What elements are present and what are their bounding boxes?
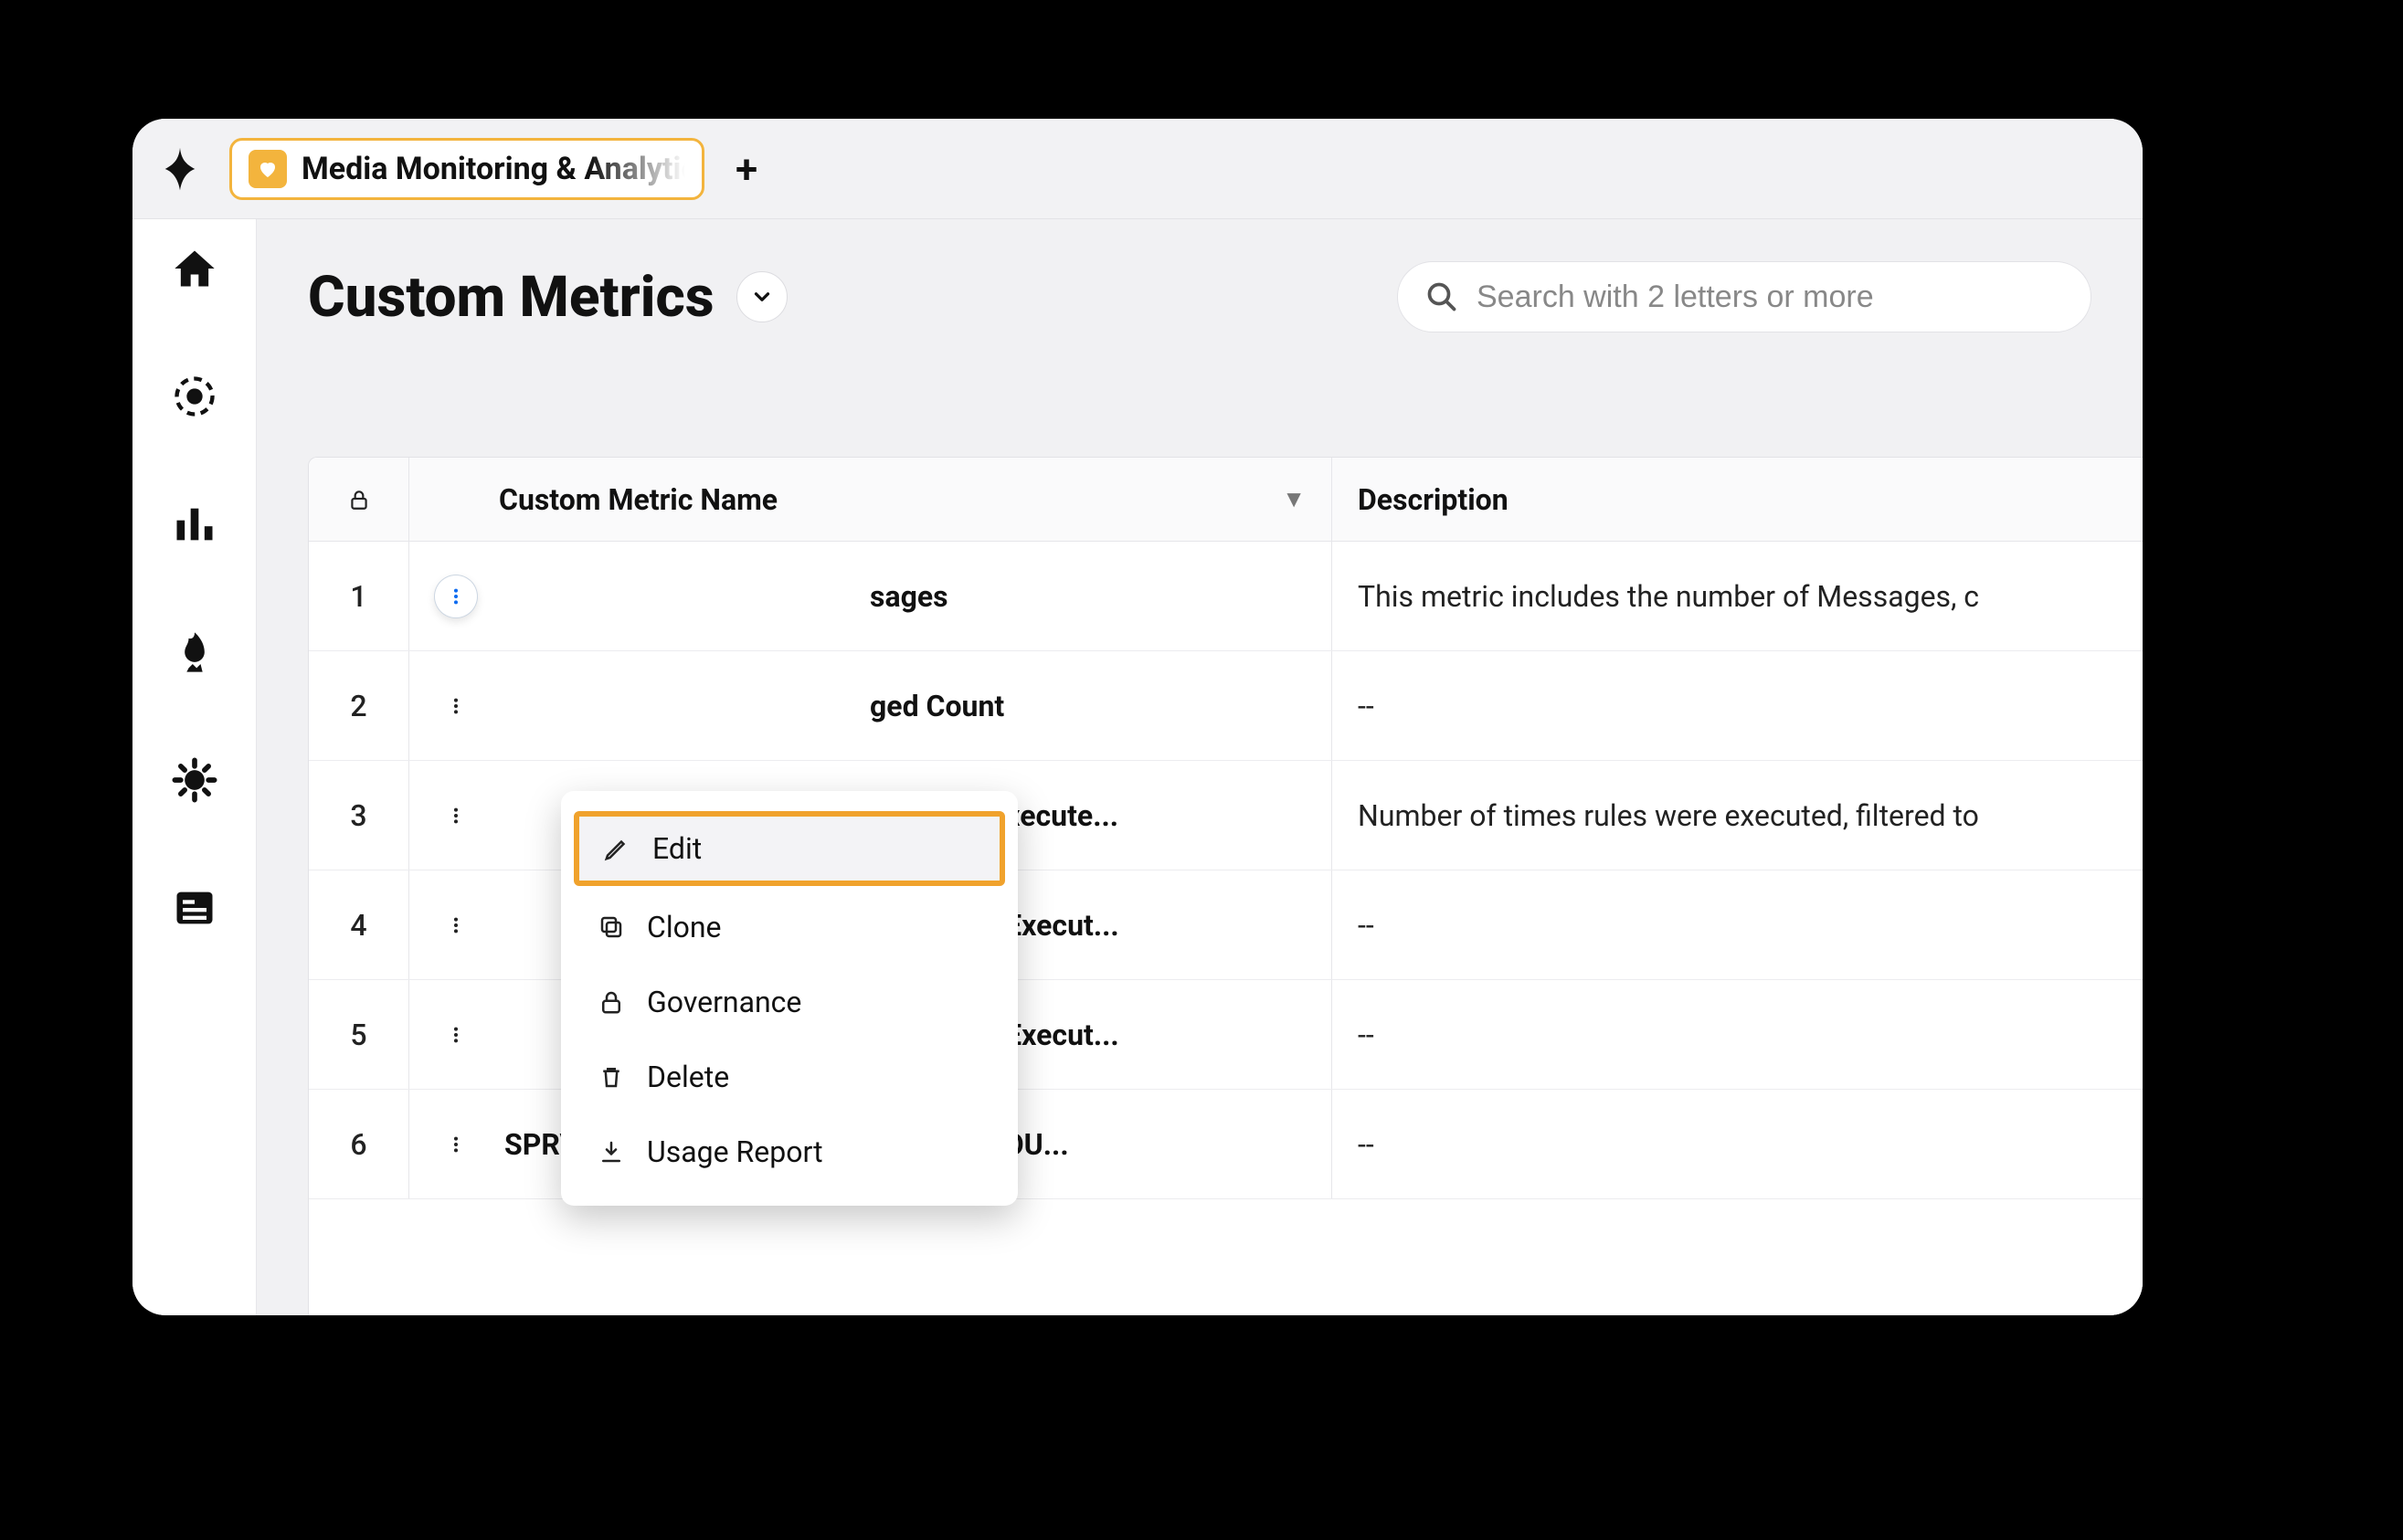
content-area: Custom Metrics — [257, 219, 2143, 1315]
more-vertical-icon — [446, 1134, 466, 1155]
row-actions-button[interactable] — [435, 575, 477, 617]
search-box[interactable] — [1397, 261, 2091, 332]
row-actions-button[interactable] — [435, 1014, 477, 1056]
metric-description: -- — [1332, 651, 2143, 760]
user-gear-icon[interactable] — [171, 756, 218, 804]
menu-item-edit[interactable]: Edit — [574, 811, 1005, 886]
search-input[interactable] — [1477, 280, 2063, 315]
sort-caret-icon: ▼ — [1282, 485, 1306, 513]
menu-item-delete[interactable]: Delete — [561, 1039, 1018, 1114]
lock-icon — [347, 488, 371, 512]
row-index: 6 — [309, 1090, 409, 1198]
metrics-table: Custom Metric Name ▼ Description 1 — [308, 457, 2143, 1315]
lock-icon — [598, 988, 625, 1016]
list-card-icon[interactable] — [171, 884, 218, 932]
more-vertical-icon — [446, 696, 466, 716]
menu-item-clone[interactable]: Clone — [561, 890, 1018, 965]
globe-dashed-icon[interactable] — [171, 373, 218, 420]
clone-icon — [598, 913, 625, 941]
more-vertical-icon — [446, 1025, 466, 1045]
row-actions-button[interactable] — [435, 1123, 477, 1166]
row-index: 3 — [309, 761, 409, 870]
add-tab-button[interactable]: + — [728, 145, 765, 193]
metric-description: -- — [1332, 980, 2143, 1089]
row-index: 1 — [309, 542, 409, 650]
chevron-down-icon — [750, 285, 774, 309]
row-actions-button[interactable] — [435, 795, 477, 837]
workspace-tab-label: Media Monitoring & Analytics — [302, 151, 685, 187]
metric-description: Number of times rules were executed, fil… — [1332, 761, 2143, 870]
more-vertical-icon — [446, 586, 466, 607]
menu-item-usage-report[interactable]: Usage Report — [561, 1114, 1018, 1189]
row-index: 2 — [309, 651, 409, 760]
metric-name[interactable]: sages — [870, 579, 948, 614]
top-bar: Media Monitoring & Analytics + — [132, 119, 2143, 219]
row-index: 5 — [309, 980, 409, 1089]
more-vertical-icon — [446, 806, 466, 826]
heart-icon — [249, 150, 287, 188]
description-column-header[interactable]: Description — [1332, 458, 2143, 541]
metric-description: -- — [1332, 1090, 2143, 1198]
metric-description: This metric includes the number of Messa… — [1332, 542, 2143, 650]
metric-description: -- — [1332, 870, 2143, 979]
bars-icon[interactable] — [171, 501, 218, 548]
row-actions-button[interactable] — [435, 904, 477, 946]
table-row: 2 ged Count -- — [309, 651, 2143, 761]
workspace-tab[interactable]: Media Monitoring & Analytics — [229, 138, 704, 200]
page-title: Custom Metrics — [308, 264, 715, 331]
flame-icon[interactable] — [171, 628, 218, 676]
lock-column-header — [309, 458, 409, 541]
table-header: Custom Metric Name ▼ Description — [309, 458, 2143, 542]
search-icon — [1425, 280, 1458, 313]
menu-item-governance[interactable]: Governance — [561, 965, 1018, 1039]
download-report-icon — [598, 1138, 625, 1166]
sprinklr-logo-icon — [154, 143, 206, 195]
metric-name[interactable]: ged Count — [870, 689, 1004, 723]
row-context-menu: Edit Clone Governance Delete — [561, 791, 1018, 1206]
trash-icon — [598, 1063, 625, 1091]
name-column-header[interactable]: Custom Metric Name ▼ — [409, 458, 1332, 541]
row-actions-button[interactable] — [435, 685, 477, 727]
more-vertical-icon — [446, 915, 466, 935]
row-index: 4 — [309, 870, 409, 979]
title-dropdown-button[interactable] — [736, 271, 788, 322]
pencil-icon — [603, 835, 630, 862]
app-window: Media Monitoring & Analytics + Custom Me… — [132, 119, 2143, 1315]
left-nav — [132, 219, 257, 1315]
home-icon[interactable] — [171, 245, 218, 292]
table-row: 1 sages This metric includes the number … — [309, 542, 2143, 651]
